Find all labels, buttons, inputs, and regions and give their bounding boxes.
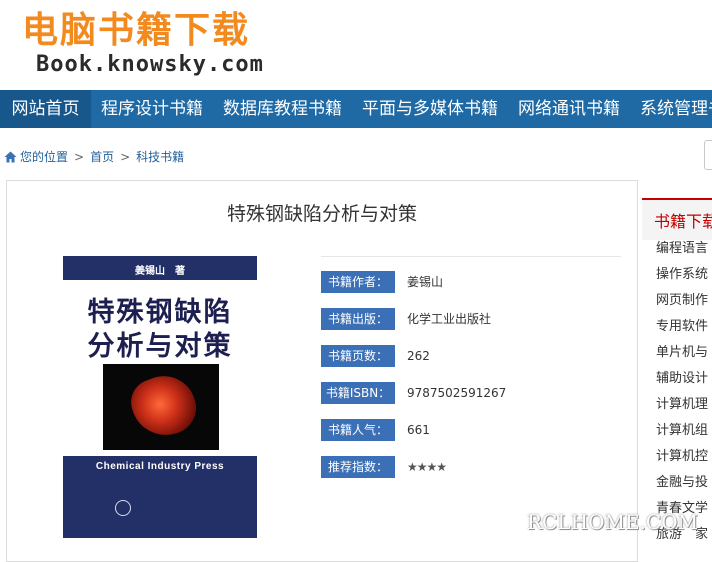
info-label: 书籍作者： xyxy=(321,271,395,293)
info-label: 书籍ISBN： xyxy=(321,382,395,404)
sidebar-item[interactable]: 计算机控 xyxy=(656,444,712,470)
sidebar-item[interactable]: 金融与投 xyxy=(656,470,712,496)
nav-item-database[interactable]: 数据库教程书籍 xyxy=(223,90,342,128)
info-row-publisher: 书籍出版： 化学工业出版社 xyxy=(321,294,621,331)
info-value-isbn: 9787502591267 xyxy=(407,386,507,400)
nav-item-system-admin[interactable]: 系统管理书 xyxy=(640,90,712,128)
breadcrumb: 您的位置 > 首页 > 科技书籍 xyxy=(4,148,184,168)
nav-item-home[interactable]: 网站首页 xyxy=(0,90,91,128)
logo-domain-text: Book.knowsky.com xyxy=(36,52,264,77)
nav-item-graphics-multimedia[interactable]: 平面与多媒体书籍 xyxy=(362,90,498,128)
search-input[interactable] xyxy=(704,140,712,170)
breadcrumb-prefix: 您的位置 xyxy=(20,150,69,164)
cover-photo xyxy=(103,364,219,450)
info-row-author: 书籍作者： 姜锡山 xyxy=(321,257,621,294)
sidebar-title: 书籍下载 xyxy=(654,212,712,231)
breadcrumb-separator: > xyxy=(74,149,85,164)
publisher-logo-icon xyxy=(115,500,131,516)
info-row-isbn: 书籍ISBN： 9787502591267 xyxy=(321,368,621,405)
sidebar-list: 编程语言 操作系统 网页制作 专用软件 单片机与 辅助设计 计算机理 计算机组 … xyxy=(656,236,712,548)
breadcrumb-separator: > xyxy=(120,149,131,164)
info-value-pages: 262 xyxy=(407,349,430,363)
breadcrumb-home-link[interactable]: 首页 xyxy=(90,150,114,164)
info-row-pages: 书籍页数： 262 xyxy=(321,331,621,368)
sidebar-item[interactable]: 计算机组 xyxy=(656,418,712,444)
sidebar-item[interactable]: 网页制作 xyxy=(656,288,712,314)
sidebar-item[interactable]: 专用软件 xyxy=(656,314,712,340)
cover-title-line2: 分析与对策 xyxy=(87,331,233,362)
sidebar-item[interactable]: 计算机理 xyxy=(656,392,712,418)
book-title: 特殊钢缺陷分析与对策 xyxy=(226,203,417,225)
rating-stars: ★★★★ xyxy=(407,460,447,474)
watermark: RCLHOME.COM xyxy=(527,510,699,534)
info-row-popularity: 书籍人气： 661 xyxy=(321,405,621,442)
sidebar-item[interactable]: 辅助设计 xyxy=(656,366,712,392)
cover-author: 姜锡山 著 xyxy=(135,266,185,277)
cover-publisher-en: Chemical Industry Press xyxy=(95,461,225,472)
info-label: 书籍出版： xyxy=(321,308,395,330)
book-info-table: 书籍作者： 姜锡山 书籍出版： 化学工业出版社 书籍页数： 262 书籍ISBN… xyxy=(321,256,621,479)
sidebar-header: 书籍下载 xyxy=(642,198,712,240)
logo-chinese-text: 电脑书籍下载 xyxy=(22,10,251,51)
nav-item-networking[interactable]: 网络通讯书籍 xyxy=(518,90,620,128)
nav-item-programming[interactable]: 程序设计书籍 xyxy=(101,90,203,128)
info-value-popularity: 661 xyxy=(407,423,430,437)
sidebar-item[interactable]: 单片机与 xyxy=(656,340,712,366)
info-label: 推荐指数： xyxy=(321,456,395,478)
info-value-author[interactable]: 姜锡山 xyxy=(407,271,443,293)
info-value-publisher: 化学工业出版社 xyxy=(407,312,492,326)
site-logo[interactable]: 电脑书籍下载 Book.knowsky.com xyxy=(22,8,292,80)
info-label: 书籍人气： xyxy=(321,419,395,441)
info-label: 书籍页数： xyxy=(321,345,395,367)
home-icon xyxy=(4,151,17,162)
main-nav: 网站首页 程序设计书籍 数据库教程书籍 平面与多媒体书籍 网络通讯书籍 系统管理… xyxy=(0,90,712,128)
book-detail-panel: 特殊钢缺陷分析与对策 姜锡山 著 特殊钢缺陷 分析与对策 Chemical In… xyxy=(6,180,638,562)
book-cover-image: 姜锡山 著 特殊钢缺陷 分析与对策 Chemical Industry Pres… xyxy=(63,256,257,538)
sidebar-item[interactable]: 操作系统 xyxy=(656,262,712,288)
breadcrumb-category-link[interactable]: 科技书籍 xyxy=(136,150,184,164)
info-row-rating: 推荐指数： ★★★★ xyxy=(321,442,621,479)
sidebar-download-categories: 书籍下载 编程语言 操作系统 网页制作 专用软件 单片机与 辅助设计 计算机理 … xyxy=(642,198,712,558)
sidebar-item[interactable]: 编程语言 xyxy=(656,236,712,262)
